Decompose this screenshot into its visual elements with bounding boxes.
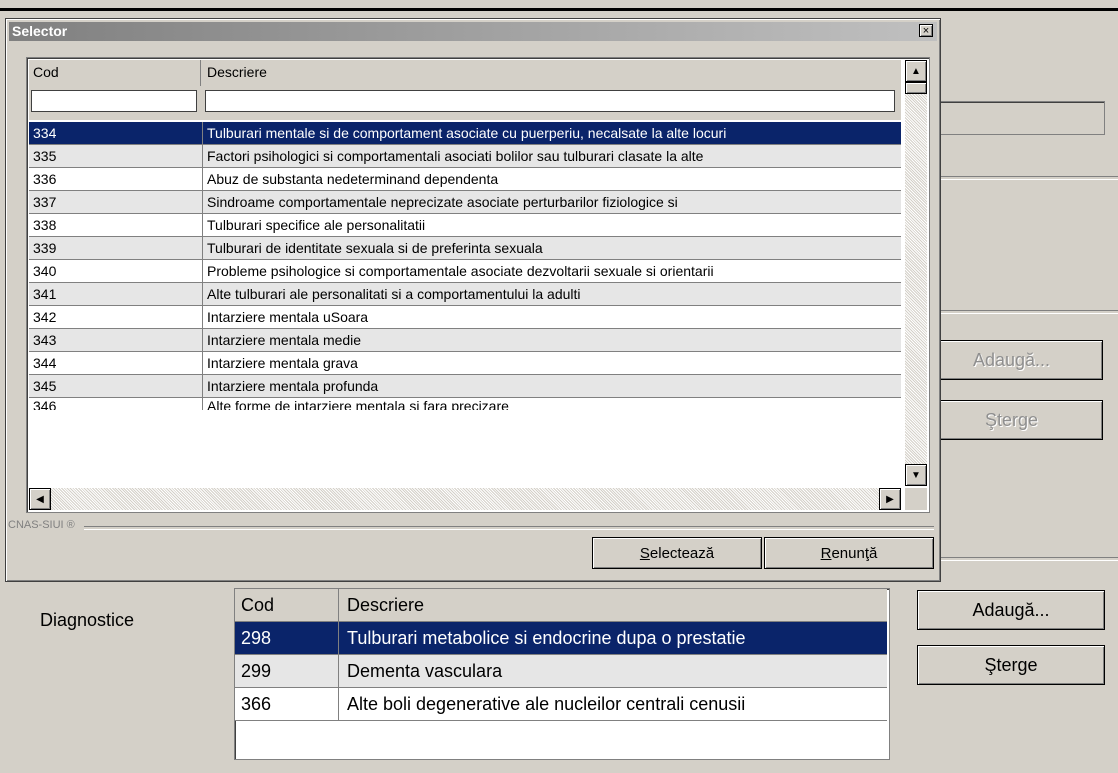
diag-row[interactable]: 299 Dementa vasculara — [235, 655, 887, 688]
selector-grid[interactable]: Cod Descriere 334 Tulburari mentale si d… — [26, 57, 930, 513]
cell-descriere: Intarziere mentala uSoara — [207, 309, 369, 325]
scrollbar-corner — [905, 488, 927, 510]
cell-cod: 342 — [29, 306, 203, 328]
diagnostics-label: Diagnostice — [40, 610, 135, 630]
grid-row[interactable]: 336 Abuz de substanta nedeterminand depe… — [29, 168, 901, 191]
grid-row[interactable]: 343 Intarziere mentala medie — [29, 329, 901, 352]
cell-cod: 339 — [29, 237, 203, 259]
diag-row[interactable]: 366 Alte boli degenerative ale nucleilor… — [235, 688, 887, 721]
add-diagnostic-button[interactable]: Adaugă... — [917, 590, 1105, 630]
grid-row[interactable]: 341 Alte tulburari ale personalitati si … — [29, 283, 901, 306]
grid-header-row: Cod Descriere — [29, 60, 901, 86]
scroll-left-arrow-icon[interactable]: ◀ — [29, 488, 51, 510]
cell-descriere: Tulburari mentale si de comportament aso… — [207, 125, 727, 141]
diag-header-row: Cod Descriere — [235, 589, 887, 622]
cell-descriere: Intarziere mentala grava — [207, 355, 358, 371]
cell-descriere: Sindroame comportamentale neprecizate as… — [207, 194, 678, 210]
cell-cod: 346 — [29, 398, 203, 410]
filter-descriere-input[interactable] — [205, 90, 895, 112]
dialog-titlebar[interactable]: Selector × — [9, 22, 937, 41]
cell-descriere: Alte forme de intarziere mentala si fara… — [207, 398, 509, 410]
grid-row[interactable]: 342 Intarziere mentala uSoara — [29, 306, 901, 329]
cell-cod: 338 — [29, 214, 203, 236]
cell-cod: 337 — [29, 191, 203, 213]
horizontal-scrollbar[interactable]: ◀ ▶ — [29, 488, 901, 510]
dialog-title: Selector — [12, 23, 68, 39]
diagnostics-grid[interactable]: Cod Descriere 298 Tulburari metabolice s… — [234, 588, 890, 760]
cell-descriere: Tulburari de identitate sexuala si de pr… — [207, 240, 543, 256]
delete-diagnostic-button[interactable]: Şterge — [917, 645, 1105, 685]
separator — [941, 176, 1118, 180]
cell-cod: 334 — [29, 122, 203, 144]
cell-descriere: Probleme psihologice si comportamentale … — [207, 263, 714, 279]
grid-row[interactable]: 335 Factori psihologici si comportamenta… — [29, 145, 901, 168]
diag-cell-cod: 366 — [235, 688, 339, 720]
separator — [941, 557, 1118, 561]
vertical-scrollbar[interactable]: ▲ ▼ — [905, 60, 927, 486]
select-button-label: electează — [649, 544, 715, 562]
grid-row[interactable]: 345 Intarziere mentala profunda — [29, 375, 901, 398]
cell-descriere: Intarziere mentala profunda — [207, 378, 379, 394]
delete-button-disabled[interactable]: Şterge — [920, 400, 1103, 440]
diag-header-descriere[interactable]: Descriere — [339, 589, 887, 621]
cell-cod: 336 — [29, 168, 203, 190]
cell-cod: 343 — [29, 329, 203, 351]
grid-row[interactable]: 344 Intarziere mentala grava — [29, 352, 901, 375]
scroll-up-arrow-icon[interactable]: ▲ — [905, 60, 927, 82]
separator — [941, 310, 1118, 314]
close-icon[interactable]: × — [919, 24, 933, 37]
filter-cod-input[interactable] — [31, 90, 197, 112]
grid-row[interactable]: 338 Tulburari specifice ale personalitat… — [29, 214, 901, 237]
cell-descriere: Tulburari specifice ale personalitatii — [207, 217, 426, 233]
cell-cod: 341 — [29, 283, 203, 305]
cancel-button-label: enunţă — [831, 544, 878, 562]
diag-header-cod[interactable]: Cod — [235, 589, 339, 621]
cell-descriere: Intarziere mentala medie — [207, 332, 362, 348]
header-descriere[interactable]: Descriere — [203, 60, 901, 86]
add-button-disabled[interactable]: Adaugă... — [920, 340, 1103, 380]
cell-cod: 340 — [29, 260, 203, 282]
scroll-right-arrow-icon[interactable]: ▶ — [879, 488, 901, 510]
grid-row[interactable]: 339 Tulburari de identitate sexuala si d… — [29, 237, 901, 260]
cell-descriere: Factori psihologici si comportamentali a… — [207, 148, 704, 164]
diag-cell-cod: 298 — [235, 622, 339, 654]
diag-cell-descriere: Dementa vasculara — [347, 660, 503, 681]
scroll-thumb[interactable] — [905, 82, 927, 94]
grid-row[interactable]: 334 Tulburari mentale si de comportament… — [29, 122, 901, 145]
footer-separator — [84, 526, 934, 530]
grid-row-partial[interactable]: 346 Alte forme de intarziere mentala si … — [29, 398, 901, 410]
cell-descriere: Abuz de substanta nedeterminand dependen… — [207, 171, 499, 187]
background-text-field[interactable] — [925, 101, 1105, 135]
cell-cod: 345 — [29, 375, 203, 397]
diag-cell-descriere: Alte boli degenerative ale nucleilor cen… — [347, 693, 746, 714]
header-cod[interactable]: Cod — [29, 60, 201, 86]
top-border — [0, 8, 1118, 11]
select-button[interactable]: Selectează — [592, 537, 762, 569]
select-button-mnemonic: S — [639, 544, 650, 562]
cell-descriere: Alte tulburari ale personalitati si a co… — [207, 286, 581, 302]
diag-row[interactable]: 298 Tulburari metabolice si endocrine du… — [235, 622, 887, 655]
selector-dialog: Selector × Cod Descriere 334 Tulburari m… — [5, 18, 941, 582]
cancel-button-mnemonic: R — [820, 544, 832, 562]
diag-cell-cod: 299 — [235, 655, 339, 687]
cell-cod: 335 — [29, 145, 203, 167]
grid-row[interactable]: 337 Sindroame comportamentale neprecizat… — [29, 191, 901, 214]
scroll-down-arrow-icon[interactable]: ▼ — [905, 464, 927, 486]
filter-row — [29, 86, 901, 120]
footer-brand-label: CNAS-SIUI ® — [8, 519, 75, 531]
cell-cod: 344 — [29, 352, 203, 374]
grid-row[interactable]: 340 Probleme psihologice si comportament… — [29, 260, 901, 283]
cancel-button[interactable]: Renunţă — [764, 537, 934, 569]
diag-cell-descriere: Tulburari metabolice si endocrine dupa o… — [347, 627, 746, 648]
